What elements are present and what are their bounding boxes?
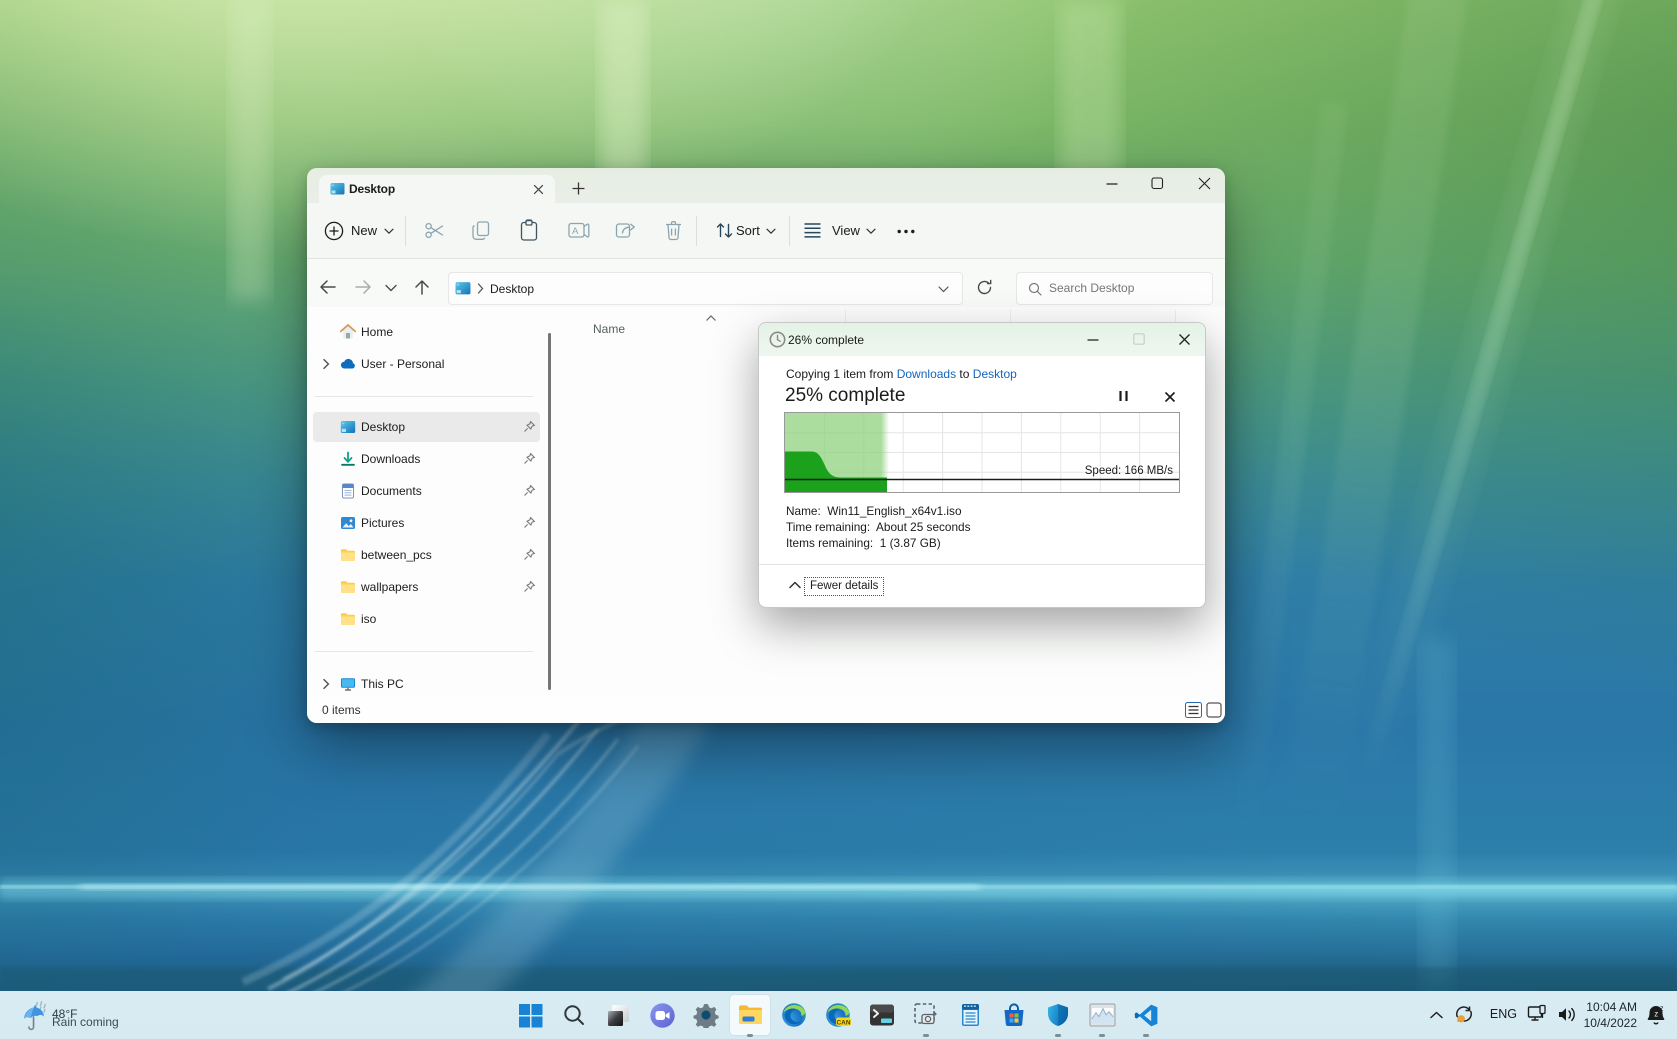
svg-text:z: z xyxy=(1660,1006,1664,1013)
svg-text:CAN: CAN xyxy=(836,1019,850,1026)
svg-text:z: z xyxy=(1654,1010,1658,1019)
svg-text:Speed: 166 MB/s: Speed: 166 MB/s xyxy=(1085,465,1173,477)
svg-text:A: A xyxy=(572,226,579,237)
